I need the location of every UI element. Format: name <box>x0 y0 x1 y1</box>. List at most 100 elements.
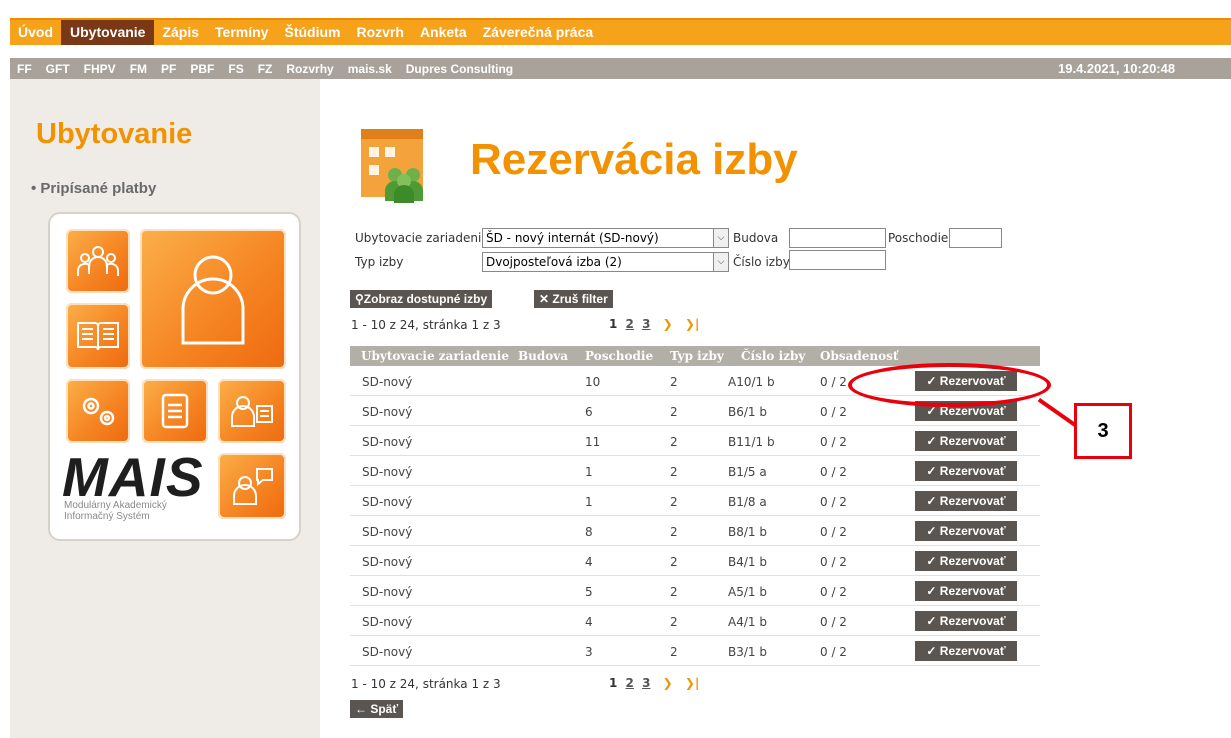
reserve-button[interactable]: ✓ Rezervovať <box>915 431 1017 451</box>
nav-zaverecna-praca[interactable]: Záverečná práca <box>475 20 602 45</box>
subnav-ff[interactable]: FF <box>10 62 39 76</box>
subnav-pbf[interactable]: PBF <box>183 62 221 76</box>
table-cell: 2 <box>670 465 678 479</box>
table-cell: SD-nový <box>362 495 413 509</box>
nav-terminy[interactable]: Termíny <box>207 20 276 45</box>
reserve-label: Rezervovať <box>939 614 1006 628</box>
table-cell: B8/1 b <box>728 525 767 539</box>
typ-izby-select-value: Dvojposteľová izba (2) <box>486 255 622 269</box>
subnav-rozvrhy[interactable]: Rozvrhy <box>279 62 340 76</box>
pager-page-2[interactable]: 2 <box>626 317 634 331</box>
table-cell: 2 <box>670 525 678 539</box>
people-icon <box>66 229 130 293</box>
table-cell: B4/1 b <box>728 555 767 569</box>
typ-izby-label: Typ izby <box>355 255 404 269</box>
subnav-fs[interactable]: FS <box>221 62 250 76</box>
pager-page-3[interactable]: 3 <box>642 317 650 331</box>
next-page-icon[interactable]: ❯ <box>663 676 673 690</box>
ubytovacie-label: Ubytovacie zariadenie <box>355 231 489 245</box>
poschodie-input[interactable] <box>949 228 1002 248</box>
table-cell: 0 / 2 <box>820 435 847 449</box>
col-typ-izby[interactable]: Typ izby <box>670 346 724 366</box>
check-icon: ✓ <box>926 464 940 478</box>
subnav-pf[interactable]: PF <box>154 62 183 76</box>
nav-studium[interactable]: Štúdium <box>276 20 348 45</box>
sidebar-title: Ubytovanie <box>36 118 193 150</box>
table-cell: 2 <box>670 495 678 509</box>
col-poschodie[interactable]: Poschodie <box>585 346 653 366</box>
check-icon: ✓ <box>926 584 940 598</box>
table-cell: 4 <box>585 555 593 569</box>
table-cell: SD-nový <box>362 585 413 599</box>
arrow-left-icon: ← <box>355 702 371 716</box>
table-cell: 2 <box>670 405 678 419</box>
table-cell: A5/1 b <box>728 585 767 599</box>
table-cell: 0 / 2 <box>820 585 847 599</box>
reserve-button[interactable]: ✓ Rezervovať <box>915 551 1017 571</box>
table-cell: SD-nový <box>362 405 413 419</box>
reserve-button[interactable]: ✓ Rezervovať <box>915 461 1017 481</box>
typ-izby-select[interactable]: Dvojposteľová izba (2) ⌵ <box>482 252 729 272</box>
table-cell: 2 <box>670 585 678 599</box>
subnav-fm[interactable]: FM <box>123 62 154 76</box>
ubytovacie-select[interactable]: ŠD - nový internát (SD-nový) ⌵ <box>482 228 729 248</box>
budova-input[interactable] <box>789 228 886 248</box>
subnav-fhpv[interactable]: FHPV <box>77 62 123 76</box>
sidebar-link-platby[interactable]: • Pripísané platby <box>31 180 156 197</box>
paging-info-top: 1 - 10 z 24, stránka 1 z 3 <box>351 318 501 332</box>
table-cell: SD-nový <box>362 435 413 449</box>
pager-current: 1 <box>609 317 618 331</box>
reserve-button[interactable]: ✓ Rezervovať <box>915 491 1017 511</box>
col-obsadenost[interactable]: Obsadenosť <box>820 346 898 366</box>
nav-zapis[interactable]: Zápis <box>154 20 207 45</box>
mais-logo-subtitle: Modulárny Akademický Informačný Systém <box>64 500 167 522</box>
show-rooms-button[interactable]: ⚲Zobraz dostupné izby <box>350 290 493 308</box>
ubytovacie-select-value: ŠD - nový internát (SD-nový) <box>486 231 659 245</box>
last-page-icon[interactable]: ❯| <box>685 317 699 331</box>
user-icon <box>140 229 286 369</box>
table-cell: SD-nový <box>362 375 413 389</box>
cislo-izby-input[interactable] <box>789 250 886 270</box>
table-cell: 6 <box>585 405 593 419</box>
subnav-mais[interactable]: mais.sk <box>341 62 399 76</box>
nav-rozvrh[interactable]: Rozvrh <box>348 20 411 45</box>
col-ubytovacie[interactable]: Ubytovacie zariadenie <box>361 346 509 366</box>
nav-ubytovanie[interactable]: Ubytovanie <box>61 20 155 45</box>
reserve-button[interactable]: ✓ Rezervovať <box>915 611 1017 631</box>
next-page-icon[interactable]: ❯ <box>663 317 673 331</box>
table-cell: 11 <box>585 435 601 449</box>
pager-page-2[interactable]: 2 <box>626 676 634 690</box>
id-card-icon <box>218 379 286 443</box>
subnav-gft[interactable]: GFT <box>39 62 77 76</box>
col-budova[interactable]: Budova <box>518 346 568 366</box>
subnav-fz[interactable]: FZ <box>251 62 280 76</box>
table-cell: B6/1 b <box>728 405 767 419</box>
table-cell: 10 <box>585 375 601 389</box>
subnav-dupres[interactable]: Dupres Consulting <box>399 62 520 76</box>
table-cell: 0 / 2 <box>820 495 847 509</box>
table-cell: A4/1 b <box>728 615 767 629</box>
back-label: Späť <box>370 702 399 716</box>
chevron-down-icon: ⌵ <box>713 253 728 271</box>
check-icon: ✓ <box>926 614 940 628</box>
table-cell: 3 <box>585 645 593 659</box>
clear-filter-button[interactable]: ✕ Zruš filter <box>534 290 613 308</box>
col-cislo-izby[interactable]: Číslo izby <box>741 346 805 366</box>
table-cell: SD-nový <box>362 465 413 479</box>
reserve-button[interactable]: ✓ Rezervovať <box>915 641 1017 661</box>
table-cell: SD-nový <box>362 525 413 539</box>
pager-page-3[interactable]: 3 <box>642 676 650 690</box>
table-cell: 0 / 2 <box>820 465 847 479</box>
clear-filter-label: Zruš filter <box>552 292 608 306</box>
last-page-icon[interactable]: ❯| <box>685 676 699 690</box>
nav-anketa[interactable]: Anketa <box>412 20 475 45</box>
table-cell: 2 <box>670 555 678 569</box>
table-cell: B3/1 b <box>728 645 767 659</box>
reserve-button[interactable]: ✓ Rezervovať <box>915 521 1017 541</box>
reserve-label: Rezervovať <box>939 524 1006 538</box>
reserve-button[interactable]: ✓ Rezervovať <box>915 581 1017 601</box>
back-button[interactable]: ← Späť <box>350 700 404 718</box>
nav-uvod[interactable]: Úvod <box>10 20 61 45</box>
pager-current: 1 <box>609 676 618 690</box>
check-icon: ✓ <box>926 524 940 538</box>
